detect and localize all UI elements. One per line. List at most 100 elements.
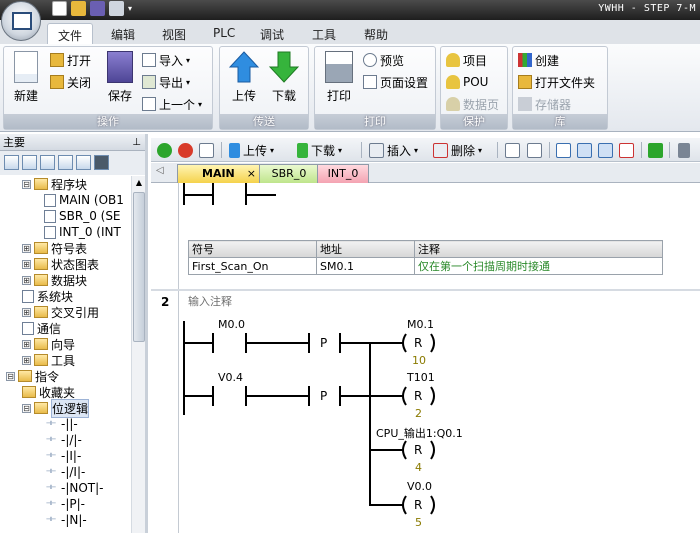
scroll-up-icon[interactable]: ▲: [132, 176, 146, 190]
bookmark-button[interactable]: [556, 141, 571, 159]
upload-button[interactable]: 上传: [226, 51, 262, 109]
tree-node[interactable]: ⊣⊢ -||-: [44, 416, 78, 432]
network-button[interactable]: [527, 141, 542, 159]
page-setup-button[interactable]: 页面设置: [363, 73, 428, 91]
tree-node[interactable]: ⊞ 数据块: [22, 272, 87, 288]
download-button[interactable]: 下载: [266, 51, 302, 109]
tree-node[interactable]: ⊞ 符号表: [22, 240, 87, 256]
expand-toggle-icon[interactable]: ⊞: [22, 339, 31, 349]
print-button[interactable]: 打印: [321, 51, 357, 109]
coil-address[interactable]: V0.0: [407, 480, 432, 493]
expand-toggle-icon[interactable]: ⊞: [22, 259, 31, 269]
tree-node[interactable]: 系统块: [22, 288, 73, 304]
open-button[interactable]: 打开: [50, 51, 91, 69]
create-library-button[interactable]: 创建: [518, 51, 559, 69]
tab-main[interactable]: MAIN ×: [177, 164, 261, 183]
tree-node[interactable]: ⊣⊢ -|P|-: [44, 496, 85, 512]
tree-node[interactable]: 通信: [22, 320, 61, 336]
tree-scrollbar[interactable]: ▲: [131, 176, 145, 533]
view-icon[interactable]: [40, 155, 55, 170]
tree-node[interactable]: ⊞ 向导: [22, 336, 75, 352]
export-button[interactable]: 导出 ▾: [142, 73, 190, 91]
clear-bookmark-button[interactable]: [619, 141, 634, 159]
tree-node[interactable]: ⊞ 工具: [22, 352, 75, 368]
save-button[interactable]: 保存: [102, 51, 138, 109]
tree-node[interactable]: SBR_0 (SE: [44, 208, 121, 224]
new-button[interactable]: 新建: [8, 51, 44, 109]
monitor-icon[interactable]: [94, 155, 109, 170]
tab-view[interactable]: 视图: [152, 23, 196, 44]
coil-address[interactable]: M0.1: [407, 318, 434, 331]
tree-node[interactable]: INT_0 (INT: [44, 224, 121, 240]
coil-count[interactable]: 5: [415, 516, 422, 529]
compile-button[interactable]: [199, 141, 214, 159]
print-icon[interactable]: [109, 1, 124, 16]
protect-project-button[interactable]: 项目: [446, 51, 487, 69]
tree-node[interactable]: ⊣⊢ -|I|-: [44, 448, 81, 464]
library-memory-button[interactable]: 存储器: [518, 95, 571, 113]
new-file-icon[interactable]: [52, 1, 67, 16]
tree-node[interactable]: ⊣⊢ -|NOT|-: [44, 480, 104, 496]
qat-dropdown-icon[interactable]: ▾: [128, 1, 136, 16]
expand-toggle-icon[interactable]: ⊞: [22, 243, 31, 253]
save-icon[interactable]: [90, 1, 105, 16]
tree-node[interactable]: ⊟ 指令: [6, 368, 59, 384]
toolbar-download-button[interactable]: 下载 ▾: [297, 141, 342, 159]
tab-int0[interactable]: INT_0: [317, 164, 369, 183]
tree-node[interactable]: ⊞ 状态图表: [22, 256, 99, 272]
network-button[interactable]: [505, 141, 520, 159]
open-library-folder-button[interactable]: 打开文件夹: [518, 73, 595, 91]
tree-node[interactable]: ⊞ 交叉引用: [22, 304, 99, 320]
expand-toggle-icon[interactable]: ⊞: [22, 275, 31, 285]
run-button[interactable]: [157, 141, 172, 159]
tree-node[interactable]: MAIN (OB1: [44, 192, 124, 208]
lock-button[interactable]: [678, 141, 690, 159]
coil-count[interactable]: 10: [412, 354, 426, 367]
contact-address[interactable]: V0.4: [218, 371, 243, 384]
tab-debug[interactable]: 调试: [250, 23, 294, 44]
tree-node[interactable]: ⊣⊢ -|N|-: [44, 512, 87, 528]
tree-node[interactable]: ⊟ 程序块: [22, 176, 87, 192]
toolbar-insert-button[interactable]: 插入 ▾: [369, 141, 418, 159]
ladder-editor[interactable]: 2 输入注释 符号 地址 注释 First_Scan_On SM0.1 仅在第一…: [151, 183, 700, 533]
tab-plc[interactable]: PLC: [203, 23, 245, 44]
expand-toggle-icon[interactable]: ⊟: [22, 179, 31, 189]
tab-tools[interactable]: 工具: [302, 23, 346, 44]
tab-edit[interactable]: 编辑: [101, 23, 145, 44]
coil-count[interactable]: 2: [415, 407, 422, 420]
expand-toggle-icon[interactable]: ⊟: [6, 371, 15, 381]
tab-help[interactable]: 帮助: [354, 23, 398, 44]
protect-pou-button[interactable]: POU: [446, 73, 488, 91]
view-icon[interactable]: [58, 155, 73, 170]
toolbar-upload-button[interactable]: 上传 ▾: [229, 141, 274, 159]
import-button[interactable]: 导入 ▾: [142, 51, 190, 69]
protect-datapage-button[interactable]: 数据页: [446, 95, 499, 113]
tree-node[interactable]: ⊣⊢ -|/I|-: [44, 464, 85, 480]
stop-button[interactable]: [178, 141, 193, 159]
tab-sbr0[interactable]: SBR_0: [259, 164, 319, 183]
goto-button[interactable]: [648, 141, 663, 159]
previous-button[interactable]: 上一个 ▾: [142, 95, 202, 113]
tree-node[interactable]: ⊣⊢ -|/|-: [44, 432, 82, 448]
expand-toggle-icon[interactable]: ⊞: [22, 307, 31, 317]
coil-count[interactable]: 4: [415, 461, 422, 474]
view-icon[interactable]: [76, 155, 91, 170]
expand-toggle-icon[interactable]: ⊞: [22, 355, 31, 365]
contact-address[interactable]: M0.0: [218, 318, 245, 331]
view-icon[interactable]: [22, 155, 37, 170]
tab-scroll-left-icon[interactable]: ◁: [156, 165, 164, 176]
scroll-thumb[interactable]: [133, 192, 145, 342]
close-icon[interactable]: ×: [247, 165, 256, 182]
print-preview-button[interactable]: 预览: [363, 51, 404, 69]
coil-address[interactable]: T101: [407, 371, 435, 384]
view-icon[interactable]: [4, 155, 19, 170]
prev-bookmark-button[interactable]: [577, 141, 592, 159]
expand-toggle-icon[interactable]: ⊟: [22, 403, 31, 413]
toolbar-delete-button[interactable]: 删除 ▾: [433, 141, 482, 159]
open-folder-icon[interactable]: [71, 1, 86, 16]
application-menu-button[interactable]: [1, 1, 41, 41]
close-button[interactable]: 关闭: [50, 73, 91, 91]
tab-file[interactable]: 文件: [47, 23, 94, 44]
coil-address[interactable]: CPU_输出1:Q0.1: [376, 425, 463, 441]
pin-icon[interactable]: ⊥: [132, 134, 141, 151]
